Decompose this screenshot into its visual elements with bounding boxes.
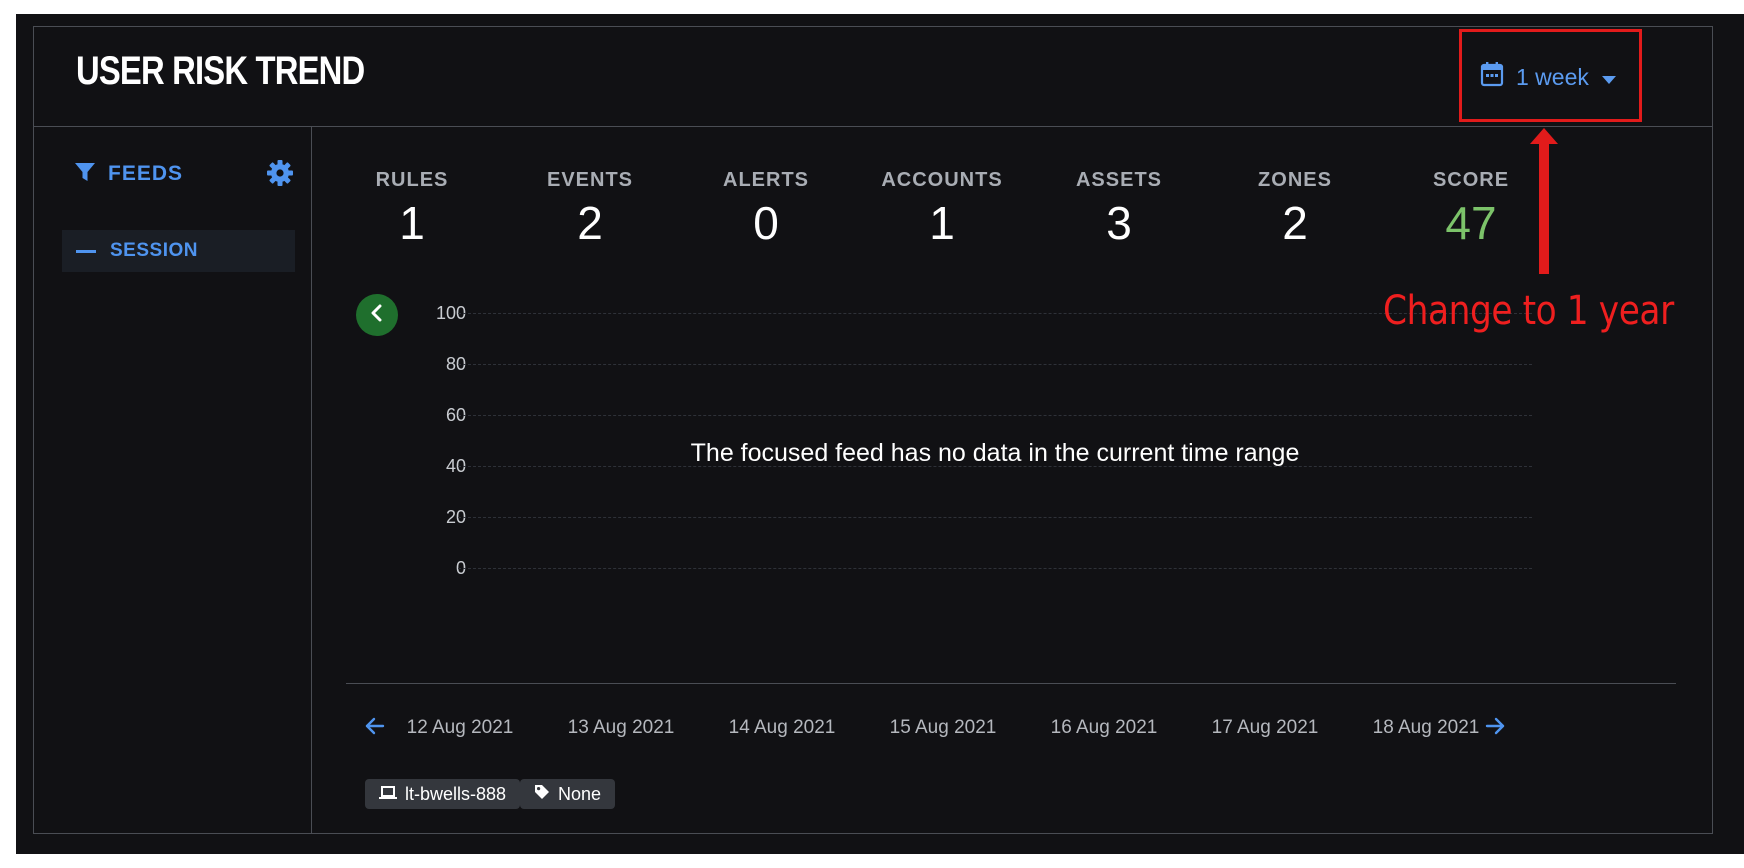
feeds-label: FEEDS [108,162,184,185]
stat-label: ALERTS [723,169,809,191]
asset-chip-label: lt-bwells-888 [405,783,507,804]
grid-line [458,415,1532,416]
dash-icon [76,249,96,253]
x-tick-label: 17 Aug 2021 [1211,717,1319,738]
stat-assets: ASSETS 3 [1029,169,1209,249]
stat-rules: RULES 1 [322,169,502,249]
y-tick-label: 60 [445,405,466,425]
page-title: USER RISK TREND [76,49,365,93]
stat-label: EVENTS [546,169,634,191]
sidebar-item-session[interactable]: SESSION [62,230,295,272]
stat-value: 1 [399,197,425,249]
stat-label: ACCOUNTS [881,169,1003,191]
x-tick-label: 16 Aug 2021 [1050,717,1158,738]
sidebar-item-label: SESSION [110,240,198,261]
user-risk-trend-panel: USER RISK TREND 1 week FEEDS SESSION RUL… [33,26,1713,834]
x-tick-label: 18 Aug 2021 [1372,717,1480,738]
x-tick-label: 12 Aug 2021 [406,717,514,738]
arrow-right-icon[interactable] [1484,715,1506,742]
stat-value: 1 [929,197,955,249]
stat-value: 3 [1106,197,1132,249]
filter-icon [74,161,96,188]
grid-line [458,364,1532,365]
grid-line [458,313,1532,314]
feeds-sidebar: FEEDS SESSION [34,127,312,833]
x-tick-label: 14 Aug 2021 [728,717,836,738]
stat-label: ASSETS [1075,169,1163,191]
main-content: RULES 1 EVENTS 2 ALERTS 0 ACCOUNTS 1 ASS… [312,127,1712,833]
y-tick-label: 20 [445,507,466,527]
y-tick-label: 40 [445,456,466,476]
stat-value: 0 [753,197,779,249]
collapse-button[interactable] [356,294,398,336]
grid-line [458,517,1532,518]
stat-accounts: ACCOUNTS 1 [852,169,1032,249]
x-tick-label: 13 Aug 2021 [567,717,675,738]
zone-chip[interactable]: None [520,779,616,809]
timeline-axis [346,683,1676,684]
grid-line [458,568,1532,569]
stat-events: EVENTS 2 [500,169,680,249]
chevron-left-icon [369,303,385,328]
no-data-message: The focused feed has no data in the curr… [690,439,1300,467]
asset-chip[interactable]: lt-bwells-888 [365,779,521,809]
y-tick-label: 80 [445,354,466,374]
stat-value: 2 [1282,197,1308,249]
annotation-text: Change to 1 year [1383,288,1674,334]
zone-chip-label: None [558,783,602,804]
annotation-highlight-box [1459,29,1642,122]
stat-label: ZONES [1258,169,1332,191]
feeds-header: FEEDS [74,157,294,191]
laptop-icon [379,784,397,805]
stat-zones: ZONES 2 [1205,169,1385,249]
y-tick-label: 100 [435,303,466,323]
stat-label: RULES [375,169,449,191]
gear-icon[interactable] [266,159,294,192]
y-tick-label: 0 [455,558,466,578]
arrow-up-icon [1529,128,1559,279]
stat-alerts: ALERTS 0 [676,169,856,249]
x-tick-label: 15 Aug 2021 [889,717,997,738]
tag-icon [534,784,550,805]
stat-value: 2 [577,197,603,249]
